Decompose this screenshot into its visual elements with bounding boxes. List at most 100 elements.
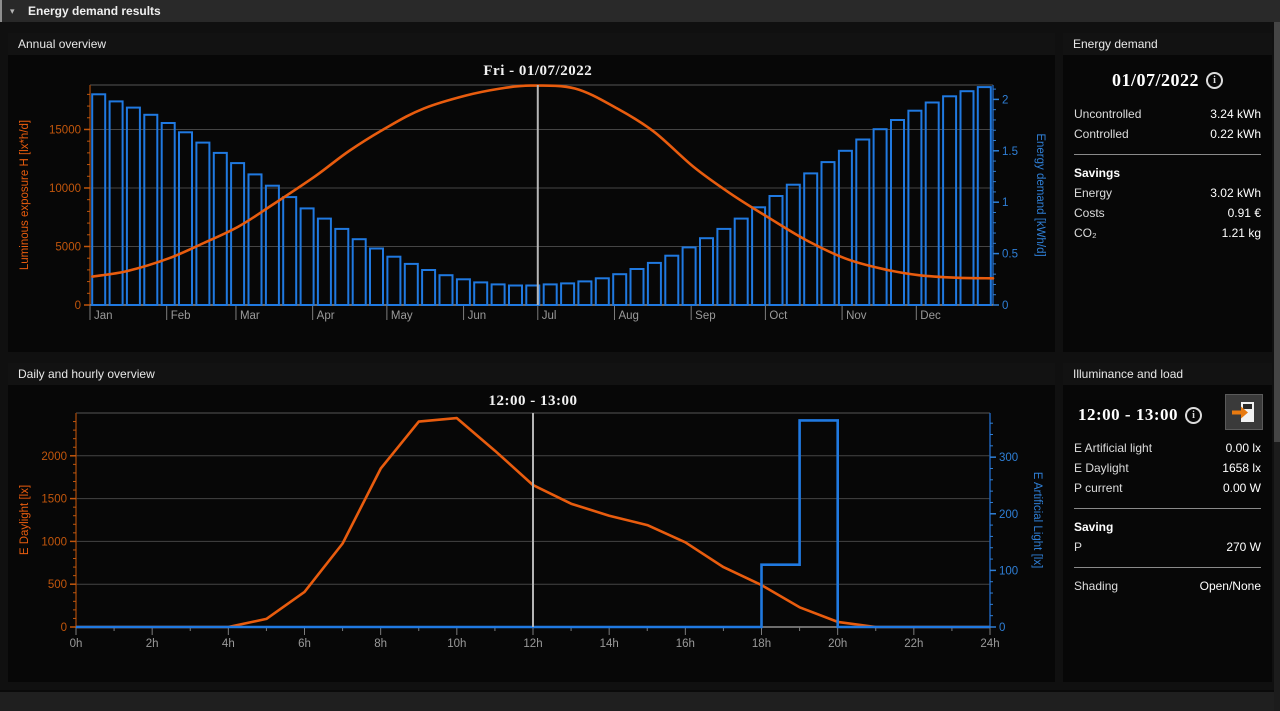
annual-overview-panel: Annual overview 05000100001500000.511.52… — [8, 33, 1055, 352]
illuminance-row: E Artificial light0.00 lx — [1074, 438, 1261, 458]
hour-tick-label: 16h — [676, 638, 695, 650]
energy-demand-bar[interactable] — [578, 281, 591, 305]
energy-demand-bar[interactable] — [717, 229, 730, 305]
collapse-icon[interactable]: ▾ — [10, 0, 15, 22]
left-axis-tick-label: 2000 — [41, 451, 67, 463]
left-axis-tick-label: 0 — [61, 622, 67, 634]
energy-value: 0.22 kWh — [1210, 124, 1261, 144]
annual-chart-canvas[interactable]: 05000100001500000.511.52Luminous exposur… — [8, 57, 1055, 350]
illuminance-row: P current 0.00 W — [1074, 478, 1261, 498]
energy-demand-bar[interactable] — [301, 208, 314, 305]
energy-demand-bar[interactable] — [700, 238, 713, 305]
energy-row: Controlled0.22 kWh — [1074, 124, 1261, 144]
saving-label: P — [1074, 537, 1082, 557]
savings-label: CO₂ — [1074, 223, 1097, 243]
section-header-energy-demand-results[interactable]: ▾ Energy demand results — [0, 0, 1280, 22]
energy-demand-bar[interactable] — [544, 284, 557, 305]
energy-demand-bar[interactable] — [214, 153, 227, 305]
right-axis-tick-label: 1 — [1002, 197, 1008, 209]
energy-demand-bar[interactable] — [613, 274, 626, 305]
illuminance-load-panel: Illuminance and load 12:00 - 13:00i E Ar… — [1063, 363, 1272, 682]
energy-demand-bar[interactable] — [943, 96, 956, 305]
energy-demand-bar[interactable] — [249, 174, 262, 305]
energy-demand-bar[interactable] — [648, 263, 661, 305]
energy-demand-bar[interactable] — [770, 196, 783, 305]
energy-demand-bar[interactable] — [474, 282, 487, 305]
right-axis-tick-label: 100 — [999, 565, 1018, 577]
section-title: Energy demand results — [28, 0, 161, 22]
divider — [1074, 508, 1261, 509]
energy-demand-bar[interactable] — [162, 123, 175, 305]
energy-demand-bar[interactable] — [353, 239, 366, 305]
energy-demand-bar[interactable] — [92, 94, 105, 305]
shading-row: Shading Open/None — [1074, 576, 1261, 596]
energy-demand-bar[interactable] — [509, 286, 522, 306]
saving-value: 270 W — [1226, 537, 1261, 557]
hour-tick-label: 8h — [374, 638, 387, 650]
energy-demand-bar[interactable] — [978, 87, 991, 305]
right-axis-label: Energy demand [kWh/d] — [1034, 133, 1046, 256]
energy-demand-bar[interactable] — [387, 257, 400, 305]
hour-tick-label: 6h — [298, 638, 311, 650]
energy-demand-bar[interactable] — [440, 275, 453, 305]
energy-demand-bar[interactable] — [127, 108, 140, 305]
illuminance-rows: E Artificial light0.00 lxE Daylight1658 … — [1074, 438, 1261, 498]
energy-demand-bar[interactable] — [683, 247, 696, 305]
energy-demand-bar[interactable] — [335, 229, 348, 305]
left-axis-tick-label: 0 — [75, 300, 81, 312]
energy-demand-bar[interactable] — [283, 197, 296, 305]
vertical-scrollbar[interactable] — [1274, 22, 1280, 711]
illuminance-value: 0.00 W — [1223, 478, 1261, 498]
energy-demand-bar[interactable] — [891, 120, 904, 305]
hour-tick-label: 4h — [222, 638, 235, 650]
energy-demand-bar[interactable] — [874, 129, 887, 305]
info-icon[interactable]: i — [1185, 407, 1202, 424]
right-axis-tick-label: 1.5 — [1002, 146, 1018, 158]
hour-tick-label: 14h — [600, 638, 619, 650]
savings-rows: Energy3.02 kWhCosts0.91 €CO₂1.21 kg — [1074, 183, 1261, 243]
energy-row: Uncontrolled3.24 kWh — [1074, 104, 1261, 124]
energy-demand-bar[interactable] — [144, 115, 157, 305]
energy-demand-bar[interactable] — [179, 132, 192, 305]
energy-demand-bar[interactable] — [961, 91, 974, 305]
energy-demand-bar[interactable] — [822, 162, 835, 305]
energy-demand-bar[interactable] — [422, 270, 435, 305]
illuminance-label: E Daylight — [1074, 458, 1129, 478]
energy-demand-bar[interactable] — [231, 163, 244, 305]
daily-chart-canvas[interactable]: 05001000150020000100200300E Daylight [lx… — [8, 387, 1055, 680]
month-tick-label: May — [391, 310, 413, 322]
illuminance-label: E Artificial light — [1074, 438, 1152, 458]
collapsed-section-bar[interactable] — [0, 690, 1280, 711]
energy-demand-bar[interactable] — [370, 249, 383, 306]
savings-row: Energy3.02 kWh — [1074, 183, 1261, 203]
energy-demand-bar[interactable] — [596, 278, 609, 305]
saving-header: Saving — [1074, 517, 1261, 537]
energy-demand-bar[interactable] — [196, 143, 209, 305]
divider — [1074, 154, 1261, 155]
energy-demand-bar[interactable] — [631, 269, 644, 305]
energy-demand-bar[interactable] — [856, 140, 869, 306]
info-icon[interactable]: i — [1206, 72, 1223, 89]
energy-demand-bar[interactable] — [926, 103, 939, 306]
hour-tick-label: 18h — [752, 638, 771, 650]
energy-demand-bar[interactable] — [839, 151, 852, 305]
energy-demand-bar[interactable] — [561, 283, 574, 305]
energy-demand-bar[interactable] — [405, 264, 418, 305]
energy-demand-bar[interactable] — [457, 279, 470, 305]
right-axis-tick-label: 2 — [1002, 94, 1008, 106]
energy-demand-bar[interactable] — [318, 219, 331, 305]
illuminance-row: E Daylight1658 lx — [1074, 458, 1261, 478]
app-window: ▾ Energy demand results Annual overview … — [0, 0, 1280, 711]
energy-demand-bar[interactable] — [752, 207, 765, 305]
energy-demand-bar[interactable] — [665, 256, 678, 305]
scrollbar-thumb[interactable] — [1274, 22, 1280, 442]
left-axis-label: E Daylight [lx] — [19, 485, 31, 555]
energy-demand-bar[interactable] — [492, 284, 505, 305]
energy-value: 3.24 kWh — [1210, 104, 1261, 124]
energy-demand-bar[interactable] — [735, 219, 748, 305]
illuminance-load-panel-title: Illuminance and load — [1063, 363, 1272, 385]
illuminance-label: P current — [1074, 478, 1122, 498]
energy-demand-panel-title: Energy demand — [1063, 33, 1272, 55]
energy-demand-bar[interactable] — [787, 185, 800, 305]
export-button[interactable] — [1225, 394, 1263, 430]
